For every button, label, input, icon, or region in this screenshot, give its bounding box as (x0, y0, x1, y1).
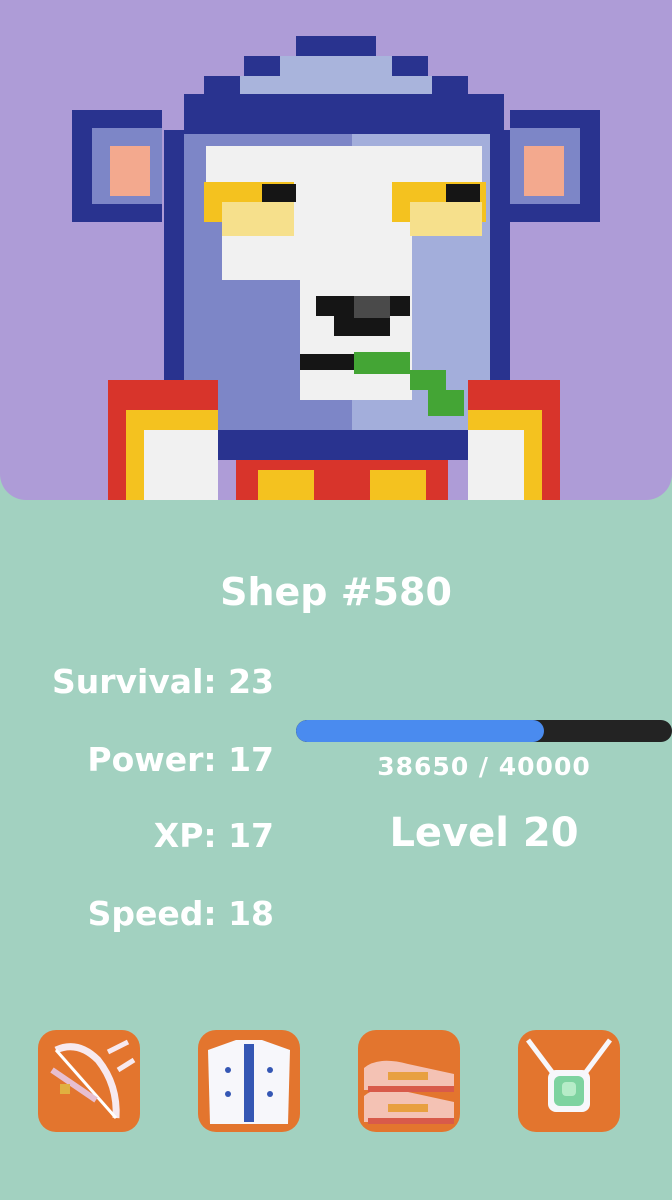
stats-panel: Shep #580 Survival: 23 Power: 17 XP: 17 … (0, 500, 672, 1200)
sheep-avatar-image (72, 36, 600, 500)
stat-survival: Survival: 23 (51, 662, 274, 701)
stat-speed: Speed: 18 (87, 894, 274, 933)
item-slot-amulet[interactable] (518, 1030, 620, 1132)
item-slot-bow[interactable] (38, 1030, 140, 1132)
xp-progress-text: 38650 / 40000 (377, 752, 591, 781)
stat-power: Power: 17 (87, 740, 274, 779)
stat-xp: XP: 17 (153, 816, 274, 855)
xp-progress-bar (296, 720, 672, 742)
equipment-row (0, 1030, 672, 1134)
armor-icon (208, 1040, 290, 1124)
item-slot-shoes[interactable] (358, 1030, 460, 1132)
amulet-icon (526, 1038, 612, 1112)
xp-progress-fill (296, 720, 545, 742)
character-portrait (0, 0, 672, 500)
character-name: Shep #580 (220, 570, 452, 614)
shoes-icon (364, 1060, 454, 1124)
bow-icon (50, 1039, 136, 1119)
item-slot-armor[interactable] (198, 1030, 300, 1132)
level-label: Level 20 (389, 810, 579, 856)
